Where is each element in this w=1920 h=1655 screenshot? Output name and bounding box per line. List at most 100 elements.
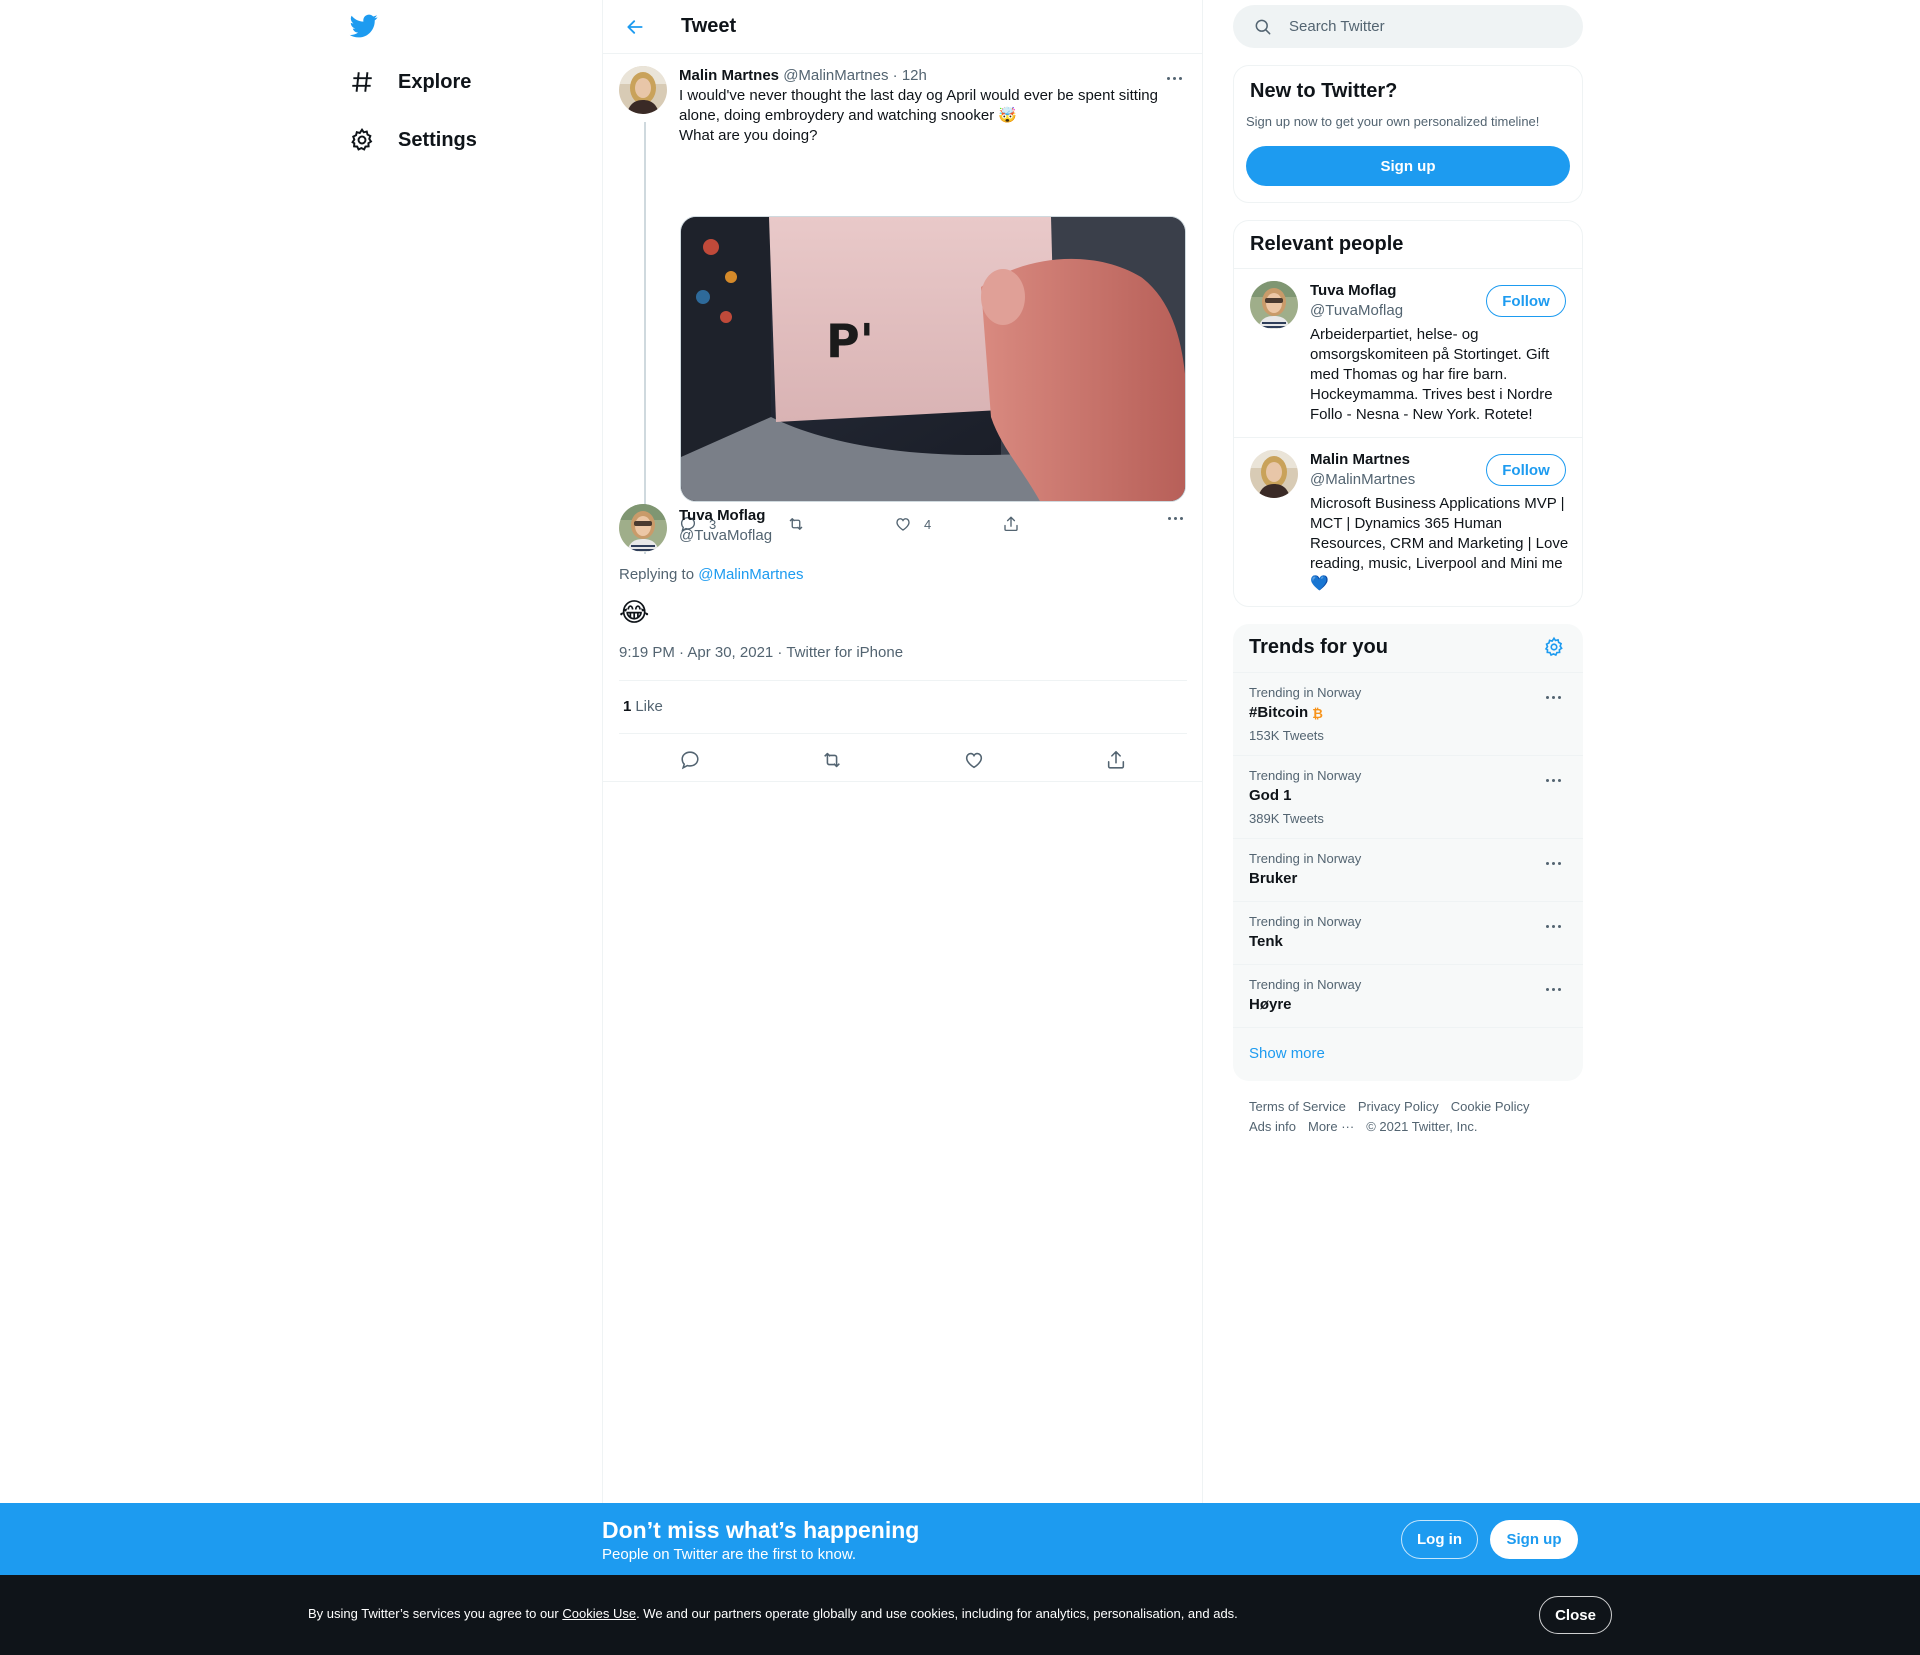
gear-icon [1544,636,1563,657]
divider [619,733,1187,734]
tweet-time[interactable]: 12h [902,67,927,84]
tweet-media-image[interactable]: P' [680,216,1186,502]
follow-button[interactable]: Follow [1486,285,1566,317]
trend-item[interactable]: Trending in Norway Høyre [1233,964,1583,1027]
more-options-button[interactable] [1160,68,1188,88]
parent-tweet[interactable]: Malin Martnes @MalinMartnes · 12h I woul… [603,54,1202,554]
trend-more-button[interactable] [1539,979,1567,999]
media-stitched-text: P' [826,314,874,368]
heart-icon [896,518,910,531]
privacy-link[interactable]: Privacy Policy [1358,1099,1439,1114]
author-name[interactable]: Malin Martnes [679,67,779,84]
share-button[interactable] [1096,743,1136,777]
like-stat-label: Like [635,698,663,715]
twitter-bird-icon[interactable] [348,12,380,40]
more-dots-icon [1545,695,1549,699]
trend-item[interactable]: Trending in Norway Tenk [1233,901,1583,964]
ads-info-link[interactable]: Ads info [1249,1119,1296,1134]
back-button[interactable] [615,7,655,47]
avatar-tuva[interactable] [619,504,667,552]
divider [603,781,1203,782]
cookie-text-prefix: By using Twitter’s services you agree to… [308,1606,563,1621]
cookies-use-link[interactable]: Cookies Use [562,1606,636,1621]
retweet-button[interactable] [812,743,852,777]
log-in-button[interactable]: Log in [1401,1520,1478,1559]
avatar-malin[interactable] [619,66,667,114]
author-name[interactable]: Tuva Moflag [679,506,765,526]
more-dots-icon [1167,516,1171,520]
share-button[interactable] [1002,512,1110,536]
person-name[interactable]: Tuva Moflag [1310,281,1396,301]
sign-up-button[interactable]: Sign up [1246,146,1570,186]
trend-more-button[interactable] [1539,916,1567,936]
hashtag-icon [348,68,376,96]
retweet-icon [789,518,802,530]
search-box[interactable] [1233,5,1583,48]
more-link[interactable]: More ··· [1308,1119,1354,1134]
close-button[interactable]: Close [1539,1596,1612,1634]
trend-more-button[interactable] [1539,853,1567,873]
avatar-tuva[interactable] [1250,281,1298,329]
nav-explore[interactable]: Explore [348,58,471,106]
tweet-text: I would've never thought the last day og… [679,86,1186,146]
page-header: Tweet [603,0,1202,54]
gear-icon [348,126,376,154]
trend-more-button[interactable] [1539,770,1567,790]
like-count: 4 [924,516,932,532]
trends-settings-button[interactable] [1543,636,1567,660]
divider [619,680,1187,681]
trend-item[interactable]: Trending in Norway Bruker [1233,838,1583,901]
dot-separator: · [892,67,902,84]
more-dots-icon [1545,861,1549,865]
trend-name-text: #Bitcoin [1249,704,1309,721]
nav-explore-label: Explore [398,70,472,93]
like-button[interactable] [954,743,994,777]
show-more-row[interactable]: Show more [1233,1027,1583,1081]
more-options-button[interactable] [1161,508,1189,528]
tweet-text-line1: I would've never thought the last day og… [679,87,1158,124]
nav-settings-label: Settings [398,128,477,151]
reply-button[interactable] [670,743,710,777]
tweet-text: 😂 [619,597,650,627]
arrow-left-icon [627,19,643,34]
tweet-timestamp[interactable]: 9:19 PM · Apr 30, 2021 · Twitter for iPh… [619,644,903,661]
person-name[interactable]: Malin Martnes [1310,450,1410,470]
search-icon [1255,19,1271,34]
person-handle[interactable]: @TuvaMoflag [1310,301,1403,321]
replying-to-link[interactable]: @MalinMartnes [698,566,803,583]
author-handle[interactable]: @TuvaMoflag [679,526,772,546]
trend-context: Trending in Norway [1249,977,1362,992]
show-more-link[interactable]: Show more [1249,1045,1325,1062]
cookie-policy-link[interactable]: Cookie Policy [1451,1099,1530,1114]
like-stats[interactable]: 1 Like [623,698,663,715]
terms-link[interactable]: Terms of Service [1249,1099,1346,1114]
trend-item[interactable]: Trending in Norway God 1 389K Tweets [1233,755,1583,838]
nav-settings[interactable]: Settings [348,116,477,164]
promo-heading: Don’t miss what’s happening [602,1517,920,1543]
person-item[interactable]: Malin Martnes @MalinMartnes Microsoft Bu… [1234,438,1582,606]
trend-context: Trending in Norway [1249,914,1362,929]
trend-name: Bruker [1249,870,1298,887]
replying-to-prefix: Replying to [619,566,699,583]
search-input[interactable] [1289,18,1559,35]
trend-more-button[interactable] [1539,687,1567,707]
like-button[interactable]: 4 [894,512,1002,536]
avatar-malin[interactable] [1250,450,1298,498]
promo-subtext: People on Twitter are the first to know. [602,1546,857,1563]
person-handle[interactable]: @MalinMartnes [1310,470,1415,490]
trend-item[interactable]: Trending in Norway #Bitcoin ₿ 153K Tweet… [1233,672,1583,755]
trend-context: Trending in Norway [1249,851,1362,866]
follow-button[interactable]: Follow [1486,454,1566,486]
person-bio: Microsoft Business Applications MVP | MC… [1310,495,1569,592]
more-dots-icon [1166,76,1170,80]
focused-tweet-actions [619,743,1187,777]
person-item[interactable]: Tuva Moflag @TuvaMoflag Arbeiderpartiet,… [1234,269,1582,437]
new-to-twitter-card: New to Twitter? Sign up now to get your … [1233,65,1583,203]
author-handle[interactable]: @MalinMartnes [783,67,888,84]
sign-up-button[interactable]: Sign up [1490,1520,1578,1559]
tweet-header: Malin Martnes @MalinMartnes · 12h [679,66,1186,86]
more-dots-icon [1545,987,1549,991]
card-subtitle: Sign up now to get your own personalized… [1246,114,1540,129]
main-column: Tweet Malin Martnes @MalinMartnes · 12h … [602,0,1203,1503]
retweet-button[interactable] [787,512,895,536]
